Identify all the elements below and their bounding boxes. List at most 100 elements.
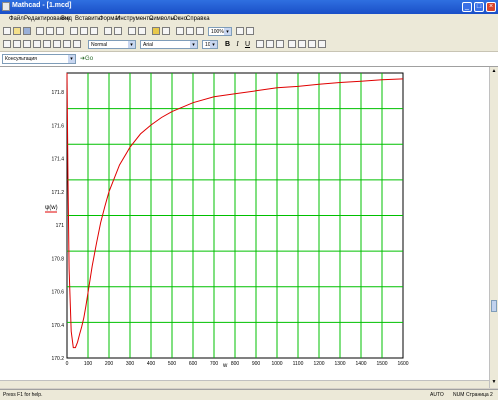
align-left-icon[interactable] [256,40,264,48]
maximize-button[interactable]: □ [474,2,484,12]
copy-icon[interactable] [80,27,88,35]
x-tick-label: 1500 [376,361,387,367]
go-button[interactable]: ➜Go [80,55,93,62]
x-tick-label: 1400 [355,361,366,367]
menu-help[interactable]: Справка [186,16,210,22]
x-tick-label: 500 [168,361,177,367]
print-icon[interactable] [36,27,44,35]
resource-value: Консультация [5,56,37,62]
menu-tools[interactable]: Инструменты [116,16,153,22]
x-tick-label: 700 [210,361,219,367]
y-tick-label: 171.8 [51,90,64,96]
align-right-icon[interactable] [276,40,284,48]
status-page: Страница 2 [466,392,493,398]
calculus-toolbar-icon[interactable] [43,40,51,48]
x-tick-label: 1100 [293,361,304,367]
zoom-select[interactable]: 100% ▾ [208,27,232,36]
y-tick-label: 170.8 [51,256,64,262]
scroll-up-icon[interactable]: ▲ [491,68,497,75]
x-tick-label: 0 [66,361,69,367]
x-tick-label: 200 [105,361,114,367]
italic-button[interactable]: I [233,40,242,49]
evaluation-toolbar-icon[interactable] [33,40,41,48]
print-preview-icon[interactable] [46,27,54,35]
x-tick-label: 400 [147,361,156,367]
underline-button[interactable]: U [243,40,252,49]
chevron-down-icon: ▾ [190,41,197,48]
style-select[interactable]: Normal ▾ [88,40,136,49]
status-auto: AUTO [430,392,444,398]
menu-insert[interactable]: Вставить [75,16,100,22]
paste-icon[interactable] [90,27,98,35]
menu-window[interactable]: Окно [173,16,187,22]
insert-unit-icon[interactable] [162,27,170,35]
boolean-toolbar-icon[interactable] [53,40,61,48]
x-tick-label: 300 [126,361,135,367]
x-tick-label: 600 [189,361,198,367]
scrollbar-thumb[interactable] [491,300,497,312]
align-down-icon[interactable] [138,27,146,35]
help-icon[interactable] [246,27,254,35]
plot-region[interactable]: 0 100 200 300 400 500 600 700 800 900 1000 1100 1200… [0,67,489,380]
y-tick-label: 171.2 [51,190,64,196]
calculator-toolbar-icon[interactable] [3,40,11,48]
greek-toolbar-icon[interactable] [73,40,81,48]
status-num: NUM [453,392,465,398]
standard-toolbar: 100% ▾ [0,25,498,39]
open-folder-icon[interactable] [13,27,21,35]
y-tick-labels: 170.2 170.4 170.6 170.8 171 171.2 171.4 171.6 17… [51,90,64,362]
superscript-icon[interactable] [318,40,326,48]
insert-function-icon[interactable] [152,27,160,35]
insert-hyperlink-icon[interactable] [186,27,194,35]
x-tick-label: 1000 [271,361,282,367]
align-across-icon[interactable] [128,27,136,35]
y-tick-label: 170.4 [51,323,64,329]
zoom-value: 100% [211,29,224,35]
mathcad-app-icon [2,2,10,11]
x-tick-label: 800 [231,361,240,367]
insert-component-icon[interactable] [196,27,204,35]
minimize-button[interactable]: _ [462,2,472,12]
matrix-toolbar-icon[interactable] [23,40,31,48]
worksheet-area[interactable]: 0 100 200 300 400 500 600 700 800 900 1000 1100 1200… [0,67,489,388]
new-document-icon[interactable] [3,27,11,35]
cut-icon[interactable] [70,27,78,35]
close-button[interactable]: × [486,2,496,12]
font-value: Arial [143,42,154,48]
align-center-icon[interactable] [266,40,274,48]
window-title: Mathcad - [1.mcd] [12,2,72,9]
chevron-down-icon: ▾ [210,41,217,48]
undo-icon[interactable] [104,27,112,35]
status-bar: Press F1 for help. AUTO NUM Страница 2 [0,389,498,400]
font-select[interactable]: Arial ▾ [140,40,198,49]
y-tick-label: 171 [56,223,65,229]
subscript-icon[interactable] [308,40,316,48]
resource-center-icon[interactable] [236,27,244,35]
save-icon[interactable] [23,27,31,35]
x-tick-label: 1600 [397,361,408,367]
y-tick-label: 170.6 [51,290,64,296]
numbering-icon[interactable] [298,40,306,48]
graph-toolbar-icon[interactable] [13,40,21,48]
bold-button[interactable]: B [223,40,232,49]
vertical-scrollbar[interactable]: ▲ ▼ [489,67,498,388]
spell-check-icon[interactable] [56,27,64,35]
calculate-icon[interactable] [176,27,184,35]
programming-toolbar-icon[interactable] [63,40,71,48]
font-size-select[interactable]: 10 ▾ [202,40,218,49]
menu-symbolics[interactable]: Символы [149,16,175,22]
y-tick-label: 171.6 [51,123,64,129]
x-tick-label: 1300 [334,361,345,367]
menu-view[interactable]: Вид [61,16,72,22]
style-value: Normal [91,42,108,48]
x-tick-label: 900 [252,361,261,367]
menu-file[interactable]: Файл [9,16,24,22]
horizontal-scrollbar[interactable] [0,380,489,388]
y-tick-label: 171.4 [51,157,64,163]
resource-select[interactable]: Консультация ▾ [2,54,76,64]
redo-icon[interactable] [114,27,122,35]
title-bar: Mathcad - [1.mcd] _ □ × [0,0,498,14]
bullets-icon[interactable] [288,40,296,48]
scroll-down-icon[interactable]: ▼ [491,379,497,386]
y-axis-label: ψ(w) [45,205,58,211]
